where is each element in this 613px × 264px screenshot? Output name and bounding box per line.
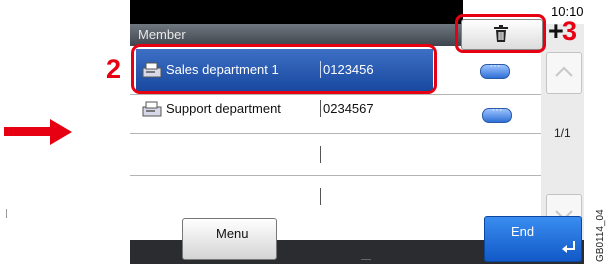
highlight-selected-row xyxy=(131,44,437,94)
enter-icon xyxy=(562,241,575,253)
end-button-label: End xyxy=(511,224,535,239)
divider-mark xyxy=(6,209,7,218)
page-indicator: 1/1 xyxy=(554,126,571,140)
detail-button[interactable] xyxy=(480,60,510,79)
end-button[interactable] xyxy=(484,216,582,262)
row-divider xyxy=(130,175,542,176)
row-divider xyxy=(130,94,542,95)
row-name[interactable]: Support department xyxy=(166,101,281,116)
column-separator xyxy=(320,100,321,117)
row-number: 0234567 xyxy=(323,101,374,116)
row-divider xyxy=(130,133,542,134)
detail-button[interactable] xyxy=(482,104,512,123)
step-3-callout: 3 xyxy=(562,16,578,46)
scroll-up-button[interactable] xyxy=(546,52,582,94)
fax-icon xyxy=(142,101,162,117)
page-title: Member xyxy=(138,27,186,42)
column-separator xyxy=(320,188,321,205)
figure-code: GB0114_04 xyxy=(595,209,606,262)
pointer-arrow-icon xyxy=(50,119,72,145)
highlight-delete-button xyxy=(455,14,546,53)
pointer-arrow-shaft xyxy=(4,127,52,136)
chevron-up-icon xyxy=(555,66,573,77)
menu-button-label: Menu xyxy=(216,226,249,241)
top-status-bar xyxy=(130,0,463,26)
divider-mark xyxy=(361,259,371,260)
column-separator xyxy=(320,146,321,163)
step-2-callout: 2 xyxy=(106,54,122,84)
